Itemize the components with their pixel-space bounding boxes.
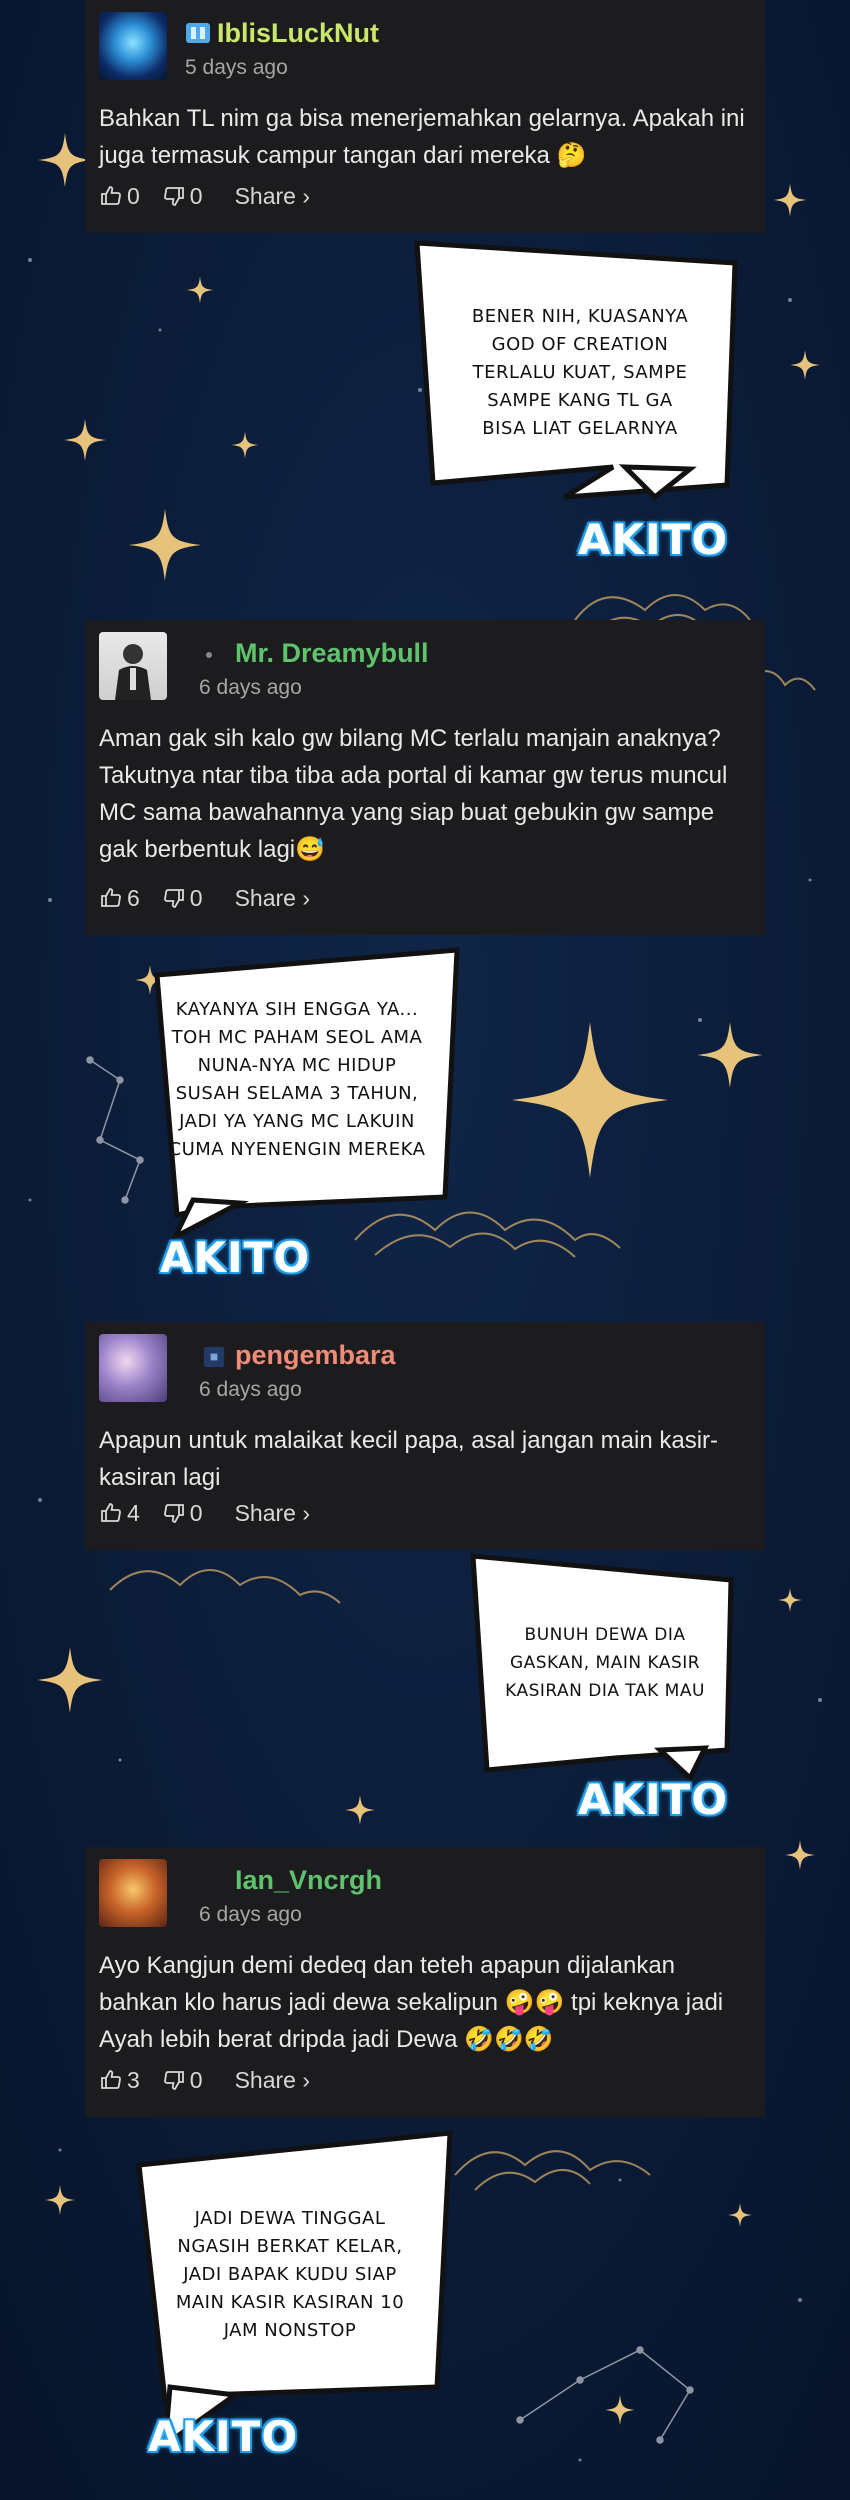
comment-header: Mr. Dreamybull 6 days ago: [99, 632, 751, 702]
bubble-line: BUNUH DEWA DIA: [524, 1625, 686, 1645]
thumbs-down-icon: [163, 1504, 184, 1523]
comment-header: Ian_Vncrgh 6 days ago: [99, 1859, 751, 1929]
person-icon: [115, 644, 151, 700]
bubble-line: SUSAH SELAMA 3 TAHUN,: [175, 1083, 419, 1104]
badge-dot: [206, 652, 212, 658]
badge-icon: [203, 1346, 225, 1368]
comment-date: 6 days ago: [199, 676, 302, 699]
dislike-count: 0: [189, 182, 203, 209]
bubble-line: JAM NONSTOP: [223, 2320, 357, 2341]
comment-card: pengembara 6 days ago Apapun untuk malai…: [85, 1322, 765, 1550]
username[interactable]: Ian_Vncrgh: [235, 1865, 382, 1896]
like-count: 0: [127, 182, 140, 209]
comment-text: Aman gak sih kalo gw bilang MC terlalu m…: [99, 725, 728, 863]
like-button[interactable]: 3: [99, 2067, 140, 2094]
avatar[interactable]: [99, 1859, 167, 1927]
bubble-line: BISA LIAT GELARNYA: [482, 418, 678, 439]
comment-text: Ayo Kangjun demi dedeq dan teteh apapun …: [99, 1952, 724, 2053]
thumbs-down-icon: [163, 889, 184, 908]
signature: AKITO: [160, 1233, 311, 1282]
dislike-button[interactable]: 0: [162, 885, 203, 912]
bubble-line: NGASIH BERKAT KELAR,: [177, 2236, 403, 2257]
dislike-button[interactable]: 0: [162, 183, 203, 210]
signature: AKITO: [148, 2412, 299, 2461]
bubble-line: JADI DEWA TINGGAL: [194, 2208, 386, 2229]
bubble-text: KAYANYA SIH ENGGA YA... TOH MC PAHAM SEO…: [147, 996, 447, 1164]
comment-header: IblisLuckNut 5 days ago: [99, 12, 751, 82]
comment-actions: 3 0 Share ›: [99, 2063, 332, 2097]
like-button[interactable]: 6: [99, 885, 140, 912]
like-button[interactable]: 4: [99, 1500, 140, 1527]
share-button[interactable]: Share ›: [235, 1500, 310, 1527]
bubble-line: GOD OF CREATION: [491, 334, 669, 355]
username[interactable]: Mr. Dreamybull: [235, 638, 429, 669]
dislike-button[interactable]: 0: [162, 1500, 203, 1527]
comment-date: 5 days ago: [185, 56, 288, 79]
dislike-count: 0: [189, 1499, 203, 1526]
comment-text: Apapun untuk malaikat kecil papa, asal j…: [99, 1427, 719, 1491]
bubble-line: KASIRAN DIA TAK MAU: [505, 1681, 705, 1701]
signature: AKITO: [578, 515, 729, 564]
thumbs-up-icon: [101, 1503, 121, 1522]
comment-actions: 6 0 Share ›: [99, 881, 332, 915]
comment-card: Mr. Dreamybull 6 days ago Aman gak sih k…: [85, 620, 765, 935]
signature: AKITO: [578, 1775, 729, 1824]
badge-icon: [186, 23, 210, 43]
thumbs-up-icon: [101, 888, 121, 907]
avatar[interactable]: [99, 1334, 167, 1402]
dislike-button[interactable]: 0: [162, 2067, 203, 2094]
share-button[interactable]: Share ›: [235, 2067, 310, 2094]
bubble-text: JADI DEWA TINGGAL NGASIH BERKAT KELAR, J…: [150, 2205, 430, 2345]
comment-header: pengembara 6 days ago: [99, 1334, 751, 1404]
thumbs-up-icon: [101, 2070, 121, 2089]
bubble-line: CUMA NYENENGIN MEREKA: [168, 1139, 426, 1160]
bubble-line: NUNA-NYA MC HIDUP: [197, 1055, 397, 1076]
bubble-line: JADI YA YANG MC LAKUIN: [179, 1111, 415, 1132]
comment-text: Bahkan TL nim ga bisa menerjemahkan gela…: [99, 105, 745, 169]
bubble-line: GASKAN, MAIN KASIR: [509, 1653, 701, 1673]
like-button[interactable]: 0: [99, 183, 140, 210]
bubble-line: MAIN KASIR KASIRAN 10: [175, 2292, 405, 2313]
username[interactable]: IblisLuckNut: [217, 18, 379, 49]
avatar[interactable]: [99, 632, 167, 700]
bubble-text: BUNUH DEWA DIA GASKAN, MAIN KASIR KASIRA…: [485, 1621, 725, 1705]
bubble-line: KAYANYA SIH ENGGA YA...: [175, 999, 419, 1020]
comment-actions: 0 0 Share ›: [99, 179, 332, 213]
bubble-text: BENER NIH, KUASANYA GOD OF CREATION TERL…: [435, 303, 725, 443]
comment-card: IblisLuckNut 5 days ago Bahkan TL nim ga…: [85, 0, 765, 233]
comment-date: 6 days ago: [199, 1378, 302, 1401]
comment-date: 6 days ago: [199, 1903, 302, 1926]
thumbs-up-icon: [101, 186, 121, 205]
dislike-count: 0: [189, 884, 203, 911]
bubble-line: TERLALU KUAT, SAMPE: [472, 362, 688, 383]
like-count: 4: [127, 1499, 140, 1526]
like-count: 3: [127, 2066, 140, 2093]
like-count: 6: [127, 884, 140, 911]
username[interactable]: pengembara: [235, 1340, 396, 1371]
bubble-line: JADI BAPAK KUDU SIAP: [183, 2264, 397, 2285]
share-button[interactable]: Share ›: [235, 183, 310, 210]
bubble-line: BENER NIH, KUASANYA: [471, 306, 689, 327]
comment-actions: 4 0 Share ›: [99, 1496, 332, 1530]
thumbs-down-icon: [163, 187, 184, 206]
comment-card: Ian_Vncrgh 6 days ago Ayo Kangjun demi d…: [85, 1847, 765, 2117]
bubble-line: SAMPE KANG TL GA: [487, 390, 673, 411]
avatar[interactable]: [99, 12, 167, 80]
dislike-count: 0: [189, 2066, 203, 2093]
thumbs-down-icon: [163, 2071, 184, 2090]
bubble-line: TOH MC PAHAM SEOL AMA: [171, 1027, 423, 1048]
share-button[interactable]: Share ›: [235, 885, 310, 912]
